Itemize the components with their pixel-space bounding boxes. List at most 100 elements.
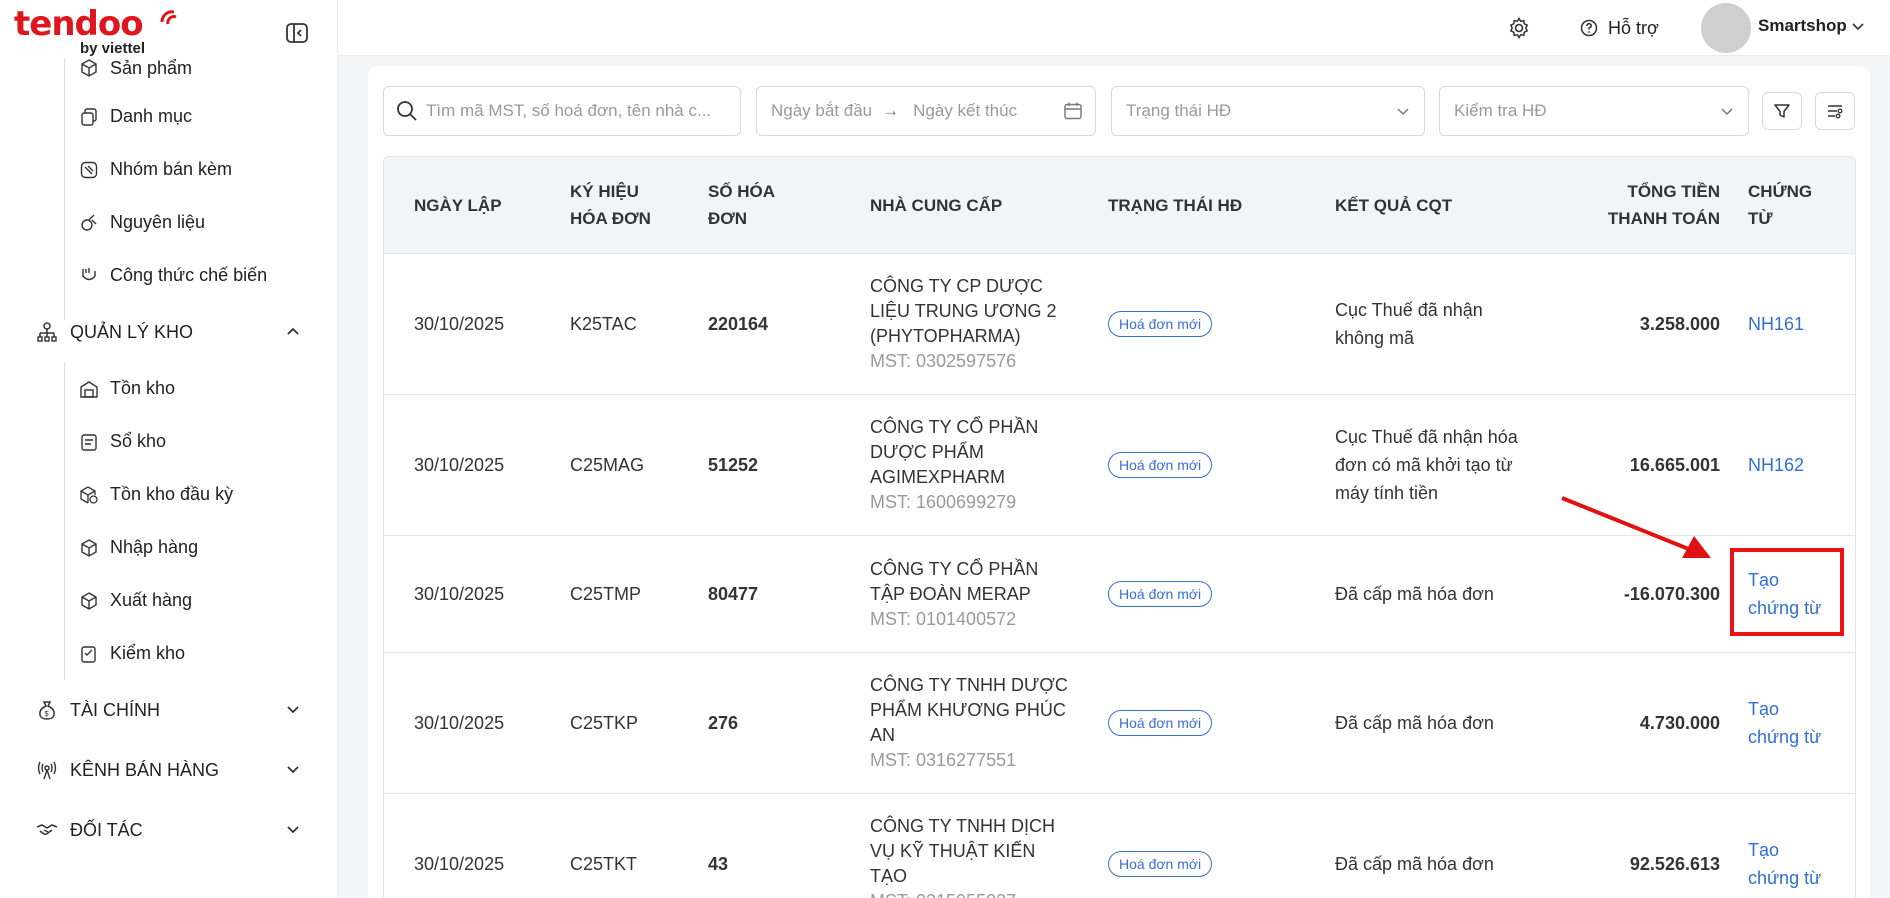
cell-date: 30/10/2025 <box>414 454 505 475</box>
chevron-down-icon <box>1397 108 1409 116</box>
cell-status: Hoá đơn mới <box>1108 536 1213 652</box>
header-number[interactable]: SỐ HÓA ĐƠN <box>708 157 775 253</box>
org-chart-icon <box>37 322 57 342</box>
result-line: không mã <box>1335 328 1415 348</box>
start-date-field[interactable]: Ngày bắt đầu <box>771 101 872 121</box>
header-voucher-line1: CHỨNG <box>1748 182 1813 201</box>
sidebar-item-label: Xuất hàng <box>110 590 193 610</box>
broadcast-icon <box>37 761 57 780</box>
search-placeholder: Tìm mã MST, số hoá đơn, tên nhà c... <box>426 101 712 120</box>
arrow-right-icon: → <box>882 101 900 120</box>
cell-supplier: CÔNG TY TNHH DỊCH VỤ KỸ THUẬT KIẾN TẠO M… <box>870 794 1055 898</box>
cell-supplier: CÔNG TY CP DƯỢC LIỆU TRUNG ƯƠNG 2 (PHYTO… <box>870 254 1057 394</box>
sidebar-item-bundle-group[interactable]: Nhóm bán kèm <box>0 143 337 196</box>
sidebar-group-warehouse[interactable]: QUẢN LÝ KHO <box>0 302 337 362</box>
voucher-link[interactable]: NH162 <box>1748 453 1804 478</box>
voucher-link-line: Tạo <box>1748 840 1780 860</box>
create-voucher-link[interactable]: Tạo chứng từ <box>1748 653 1821 793</box>
cell-result: Đã cấp mã hóa đơn <box>1335 853 1494 874</box>
help-link[interactable]: Hỗ trợ <box>1580 15 1659 41</box>
sidebar-nav: Sản phẩm Danh mục Nhóm bán kèm Nguyên li… <box>0 58 337 860</box>
recipe-icon <box>82 268 96 281</box>
sidebar-group-sales-channels[interactable]: KÊNH BÁN HÀNG <box>0 740 337 800</box>
table-row[interactable]: 30/10/2025 C25TKP 276 CÔNG TY TNHH DƯỢC … <box>384 652 1855 793</box>
status-badge: Hoá đơn mới <box>1108 311 1213 337</box>
sidebar-collapse-icon[interactable] <box>284 20 310 46</box>
column-settings-button[interactable] <box>1815 92 1855 130</box>
header-voucher[interactable]: CHỨNG TỪ <box>1748 157 1812 253</box>
chevron-down-icon <box>1721 108 1733 116</box>
supplier-line: (PHYTOPHARMA) <box>870 326 1021 346</box>
filter-button[interactable] <box>1762 92 1802 130</box>
sidebar-item-stock-ledger[interactable]: Sổ kho <box>0 415 337 468</box>
invoice-check-select[interactable]: Kiểm tra HĐ <box>1439 86 1749 136</box>
sidebar-item-inventory-check[interactable]: Kiểm kho <box>0 627 337 680</box>
supplier-line: TẠO <box>870 866 908 886</box>
sidebar-item-opening-stock[interactable]: Tồn kho đầu kỳ <box>0 468 337 521</box>
sidebar-item-ingredients[interactable]: Nguyên liệu <box>0 196 337 249</box>
status-placeholder: Trạng thái HĐ <box>1126 101 1232 120</box>
chevron-down-icon[interactable] <box>286 764 300 774</box>
supplier-tax-code: MST: 0316277551 <box>870 750 1017 770</box>
chevron-down-icon <box>1852 23 1864 31</box>
sidebar-item-stock[interactable]: Tồn kho <box>0 362 337 415</box>
end-date-field[interactable]: Ngày kết thúc <box>913 101 1017 121</box>
supplier-line: VỤ KỸ THUẬT KIẾN <box>870 841 1036 861</box>
cell-total: 92.526.613 <box>1629 853 1720 874</box>
header-result[interactable]: KẾT QUẢ CQT <box>1335 157 1452 253</box>
sidebar-item-import-goods[interactable]: Nhập hàng <box>0 521 337 574</box>
user-menu[interactable]: Smartshop <box>1758 16 1865 36</box>
cell-symbol: K25TAC <box>570 313 637 334</box>
date-range-picker[interactable]: Ngày bắt đầu → Ngày kết thúc <box>756 86 1096 136</box>
gear-icon[interactable] <box>1508 17 1530 39</box>
cell-supplier: CÔNG TY TNHH DƯỢC PHẨM KHƯƠNG PHÚC AN MS… <box>870 653 1068 793</box>
cell-result: Đã cấp mã hóa đơn <box>1335 583 1494 604</box>
cell-total: 3.258.000 <box>1639 313 1720 334</box>
status-badge: Hoá đơn mới <box>1108 851 1213 877</box>
sidebar-item-categories[interactable]: Danh mục <box>0 90 337 143</box>
header-date[interactable]: NGÀY LẬP <box>414 157 502 253</box>
avatar[interactable] <box>1701 3 1751 53</box>
header-symbol[interactable]: KÝ HIỆU HÓA ĐƠN <box>570 157 651 253</box>
help-circle-icon <box>1580 19 1598 37</box>
create-voucher-link[interactable]: Tạo chứng từ <box>1748 794 1821 898</box>
header-status[interactable]: TRẠNG THÁI HĐ <box>1108 157 1242 253</box>
supplier-line: CÔNG TY CỔ PHẦN <box>870 558 1039 579</box>
invoice-status-select[interactable]: Trạng thái HĐ <box>1111 86 1425 136</box>
sidebar-item-products[interactable]: Sản phẩm <box>0 46 337 90</box>
ledger-icon <box>81 434 97 451</box>
search-icon <box>397 101 417 121</box>
cell-symbol: C25TMP <box>570 583 642 604</box>
voucher-link-line: Tạo <box>1748 699 1780 719</box>
result-line: đơn có mã khởi tạo từ <box>1335 455 1513 475</box>
sidebar-group-partners[interactable]: ĐỐI TÁC <box>0 800 337 860</box>
header-total[interactable]: TỔNG TIỀN THANH TOÁN <box>1574 157 1720 253</box>
sliders-icon <box>1828 105 1843 119</box>
sidebar-item-recipes[interactable]: Công thức chế biến <box>0 249 337 302</box>
sidebar-item-label: Nhập hàng <box>110 537 199 557</box>
table-row[interactable]: 30/10/2025 K25TAC 220164 CÔNG TY CP DƯỢC… <box>384 253 1855 394</box>
supplier-line: AGIMEXPHARM <box>870 467 1006 487</box>
inventory-check-icon <box>81 646 96 663</box>
chevron-down-icon[interactable] <box>286 824 300 834</box>
table-row[interactable]: 30/10/2025 C25TKT 43 CÔNG TY TNHH DỊCH V… <box>384 793 1855 898</box>
import-box-icon <box>81 539 97 557</box>
supplier-line: CÔNG TY CỔ PHẦN <box>870 417 1039 437</box>
header-number-line1: SỐ HÓA <box>708 182 776 201</box>
sidebar-item-export-goods[interactable]: Xuất hàng <box>0 574 337 627</box>
chevron-up-icon[interactable] <box>286 326 300 336</box>
cell-total: 4.730.000 <box>1639 712 1720 733</box>
search-input[interactable]: Tìm mã MST, số hoá đơn, tên nhà c... <box>383 86 741 136</box>
copy-icon <box>81 108 97 126</box>
header-supplier[interactable]: NHÀ CUNG CẤP <box>870 157 1002 253</box>
sidebar-group-finance[interactable]: $ TÀI CHÍNH <box>0 680 337 740</box>
supplier-line: LIỆU TRUNG ƯƠNG 2 <box>870 301 1057 321</box>
chevron-down-icon[interactable] <box>286 704 300 714</box>
supplier-line: CÔNG TY TNHH DỊCH <box>870 816 1056 836</box>
calendar-icon <box>1064 102 1082 120</box>
sidebar-item-label: Tồn kho đầu kỳ <box>110 484 234 504</box>
handshake-icon <box>36 824 58 836</box>
result-line: Cục Thuế đã nhận hóa <box>1335 427 1518 447</box>
status-badge: Hoá đơn mới <box>1108 710 1213 736</box>
voucher-link[interactable]: NH161 <box>1748 312 1804 337</box>
